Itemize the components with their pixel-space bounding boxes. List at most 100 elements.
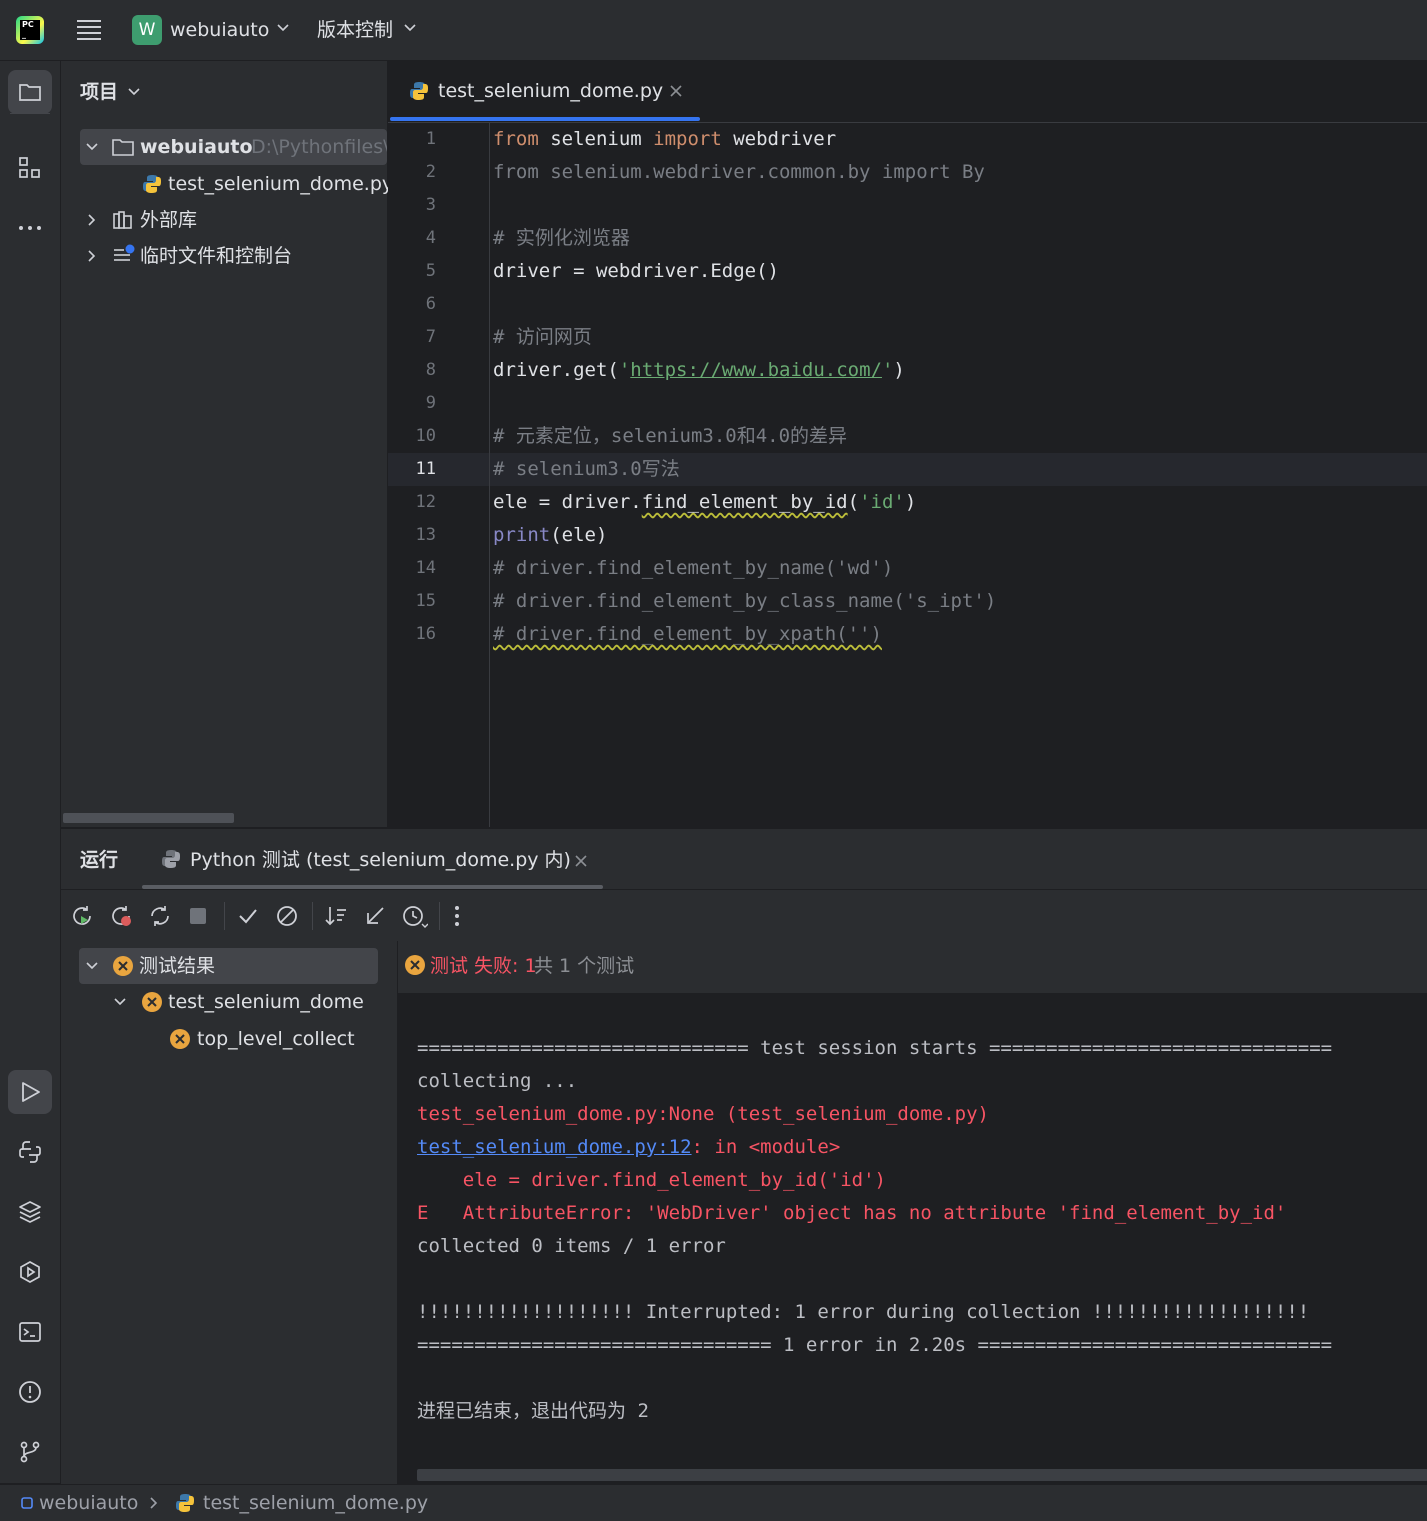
more-tools-button[interactable] (8, 206, 52, 250)
project-tool-button[interactable] (8, 70, 52, 114)
code-token-warning[interactable]: # driver.find_element_by_xpath('') (493, 623, 882, 645)
line-number[interactable]: 13 (388, 519, 436, 552)
line-number[interactable]: 11 (388, 453, 436, 486)
terminal-icon (8, 1320, 52, 1344)
close-icon[interactable] (575, 855, 587, 867)
chevron-right-icon[interactable] (88, 214, 96, 226)
project-root-path: D:\Pythonfiles\ (251, 136, 387, 158)
chevron-right-icon[interactable] (88, 250, 96, 262)
chevron-down-icon[interactable] (277, 24, 289, 32)
terminal-button[interactable] (8, 1310, 52, 1354)
line-number[interactable]: 10 (388, 420, 436, 453)
tree-item-file[interactable]: test_selenium_dome.py (80, 166, 393, 202)
more-vertical-icon[interactable] (453, 904, 461, 928)
main-menu-icon[interactable] (76, 18, 102, 42)
structure-tool-button[interactable] (8, 146, 52, 190)
console-source-link[interactable]: test_selenium_dome.py:12 (417, 1136, 692, 1158)
chevron-down-icon[interactable] (114, 998, 126, 1006)
run-panel-title[interactable]: 运行 (80, 847, 118, 873)
line-number[interactable]: 1 (388, 123, 436, 156)
chevron-down-icon[interactable] (404, 24, 416, 32)
test-failed-icon (141, 991, 163, 1013)
console-line: 进程已结束，退出代码为 2 (417, 1400, 649, 1422)
run-tool-button[interactable] (8, 1070, 52, 1114)
services-button[interactable] (8, 1250, 52, 1294)
line-number[interactable]: 12 (388, 486, 436, 519)
external-libs-label: 外部库 (140, 209, 198, 231)
tree-item-external-libs[interactable]: 外部库 (80, 202, 387, 238)
rerun-icon[interactable] (70, 904, 94, 928)
test-failed-icon (112, 955, 134, 977)
project-panel-title[interactable]: 项目 (80, 79, 118, 105)
line-number[interactable]: 8 (388, 354, 436, 387)
vcs-menu[interactable]: 版本控制 (317, 17, 393, 43)
code-token-keyword: import (653, 128, 722, 150)
project-switcher[interactable]: webuiauto (170, 17, 269, 43)
line-number[interactable]: 9 (388, 387, 436, 420)
line-number[interactable]: 15 (388, 585, 436, 618)
chevron-down-icon[interactable] (128, 88, 140, 96)
line-number[interactable]: 4 (388, 222, 436, 255)
toggle-auto-test-icon[interactable] (148, 904, 172, 928)
code-token: ) (893, 359, 905, 381)
chevron-down-icon[interactable] (86, 962, 98, 970)
line-number[interactable]: 5 (388, 255, 436, 288)
test-failed-icon (404, 954, 426, 976)
layers-icon (8, 1200, 52, 1224)
rerun-failed-icon[interactable] (109, 904, 133, 928)
editor: test_selenium_dome.py 1 2 3 4 5 6 7 8 9 10 11 12 13 1… (388, 61, 1427, 827)
sort-icon[interactable] (324, 904, 348, 928)
run-tab[interactable]: Python 测试 (test_selenium_dome.py 内) (142, 829, 603, 889)
show-passed-icon[interactable] (236, 904, 260, 928)
code-line: ele = driver.find_element_by_id('id') (493, 486, 1423, 519)
console-output[interactable]: 测试 失败: 1 共 1 个测试 =======================… (397, 941, 1427, 1484)
tree-item-scratches[interactable]: 临时文件和控制台 (80, 238, 387, 274)
horizontal-scrollbar[interactable] (417, 1469, 1427, 1481)
problems-button[interactable] (8, 1370, 52, 1414)
chevron-down-icon[interactable] (86, 143, 98, 151)
project-badge[interactable]: W (132, 15, 162, 45)
python-console-button[interactable] (8, 1130, 52, 1174)
tree-item-project-root[interactable]: webuiauto D:\Pythonfiles\ (80, 129, 387, 165)
import-tests-icon[interactable] (363, 904, 387, 928)
history-icon[interactable] (402, 904, 428, 928)
python-packages-button[interactable] (8, 1190, 52, 1234)
problems-icon (8, 1380, 52, 1404)
line-number[interactable]: 6 (388, 288, 436, 321)
code-token-keyword: from (493, 128, 539, 150)
code-token: ele = driver. (493, 491, 642, 513)
test-tree-module[interactable]: test_selenium_dome (79, 984, 378, 1020)
line-number[interactable]: 2 (388, 156, 436, 189)
code-token-warning[interactable]: find_element_by_id (642, 491, 848, 513)
code-url-link[interactable]: https://www.baidu.com/ (630, 359, 882, 381)
code-token: webdriver (721, 128, 837, 150)
line-number[interactable]: 14 (388, 552, 436, 585)
test-tree-item[interactable]: top_level_collect (79, 1021, 378, 1057)
code-line: print(ele) (493, 519, 1423, 552)
project-panel: 项目 webuiauto D:\Pythonfiles\ test_seleni… (61, 61, 393, 827)
close-icon[interactable] (670, 85, 682, 97)
breadcrumb-project[interactable]: webuiauto (39, 1490, 138, 1516)
chevron-right-icon (150, 1497, 158, 1509)
console-line: E AttributeError: 'WebDriver' object has… (417, 1202, 1287, 1224)
editor-tab[interactable]: test_selenium_dome.py (388, 61, 701, 122)
line-number-gutter[interactable]: 1 2 3 4 5 6 7 8 9 10 11 12 13 14 15 16 (388, 122, 488, 827)
code-line: from selenium.webdriver.common.by import… (493, 161, 985, 183)
code-area[interactable]: from selenium import webdriver from sele… (493, 123, 1423, 651)
test-status-bar: 测试 失败: 1 共 1 个测试 (398, 941, 1427, 994)
line-number[interactable]: 7 (388, 321, 436, 354)
test-tree-root[interactable]: 测试结果 (79, 948, 378, 984)
run-tab-label: Python 测试 (test_selenium_dome.py 内) (190, 849, 571, 871)
git-button[interactable] (8, 1430, 52, 1474)
show-ignored-icon[interactable] (275, 904, 299, 928)
breadcrumb-file[interactable]: test_selenium_dome.py (203, 1490, 428, 1516)
line-number[interactable]: 16 (388, 618, 436, 651)
horizontal-scrollbar[interactable] (63, 813, 234, 823)
pycharm-logo-icon[interactable]: PC _ (16, 16, 44, 44)
line-number[interactable]: 3 (388, 189, 436, 222)
services-icon (8, 1260, 52, 1284)
stop-icon[interactable] (189, 907, 207, 925)
code-line: # 实例化浏览器 (493, 227, 630, 249)
